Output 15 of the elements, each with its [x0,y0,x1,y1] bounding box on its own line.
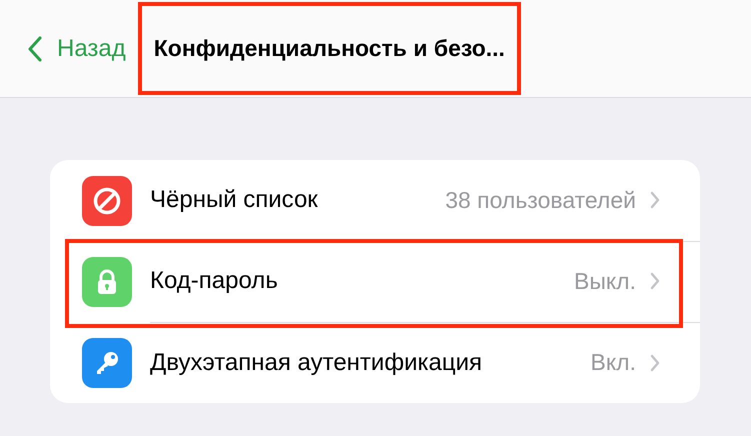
block-icon [82,176,132,226]
lock-icon [82,256,132,306]
chevron-icon [650,191,660,209]
back-chevron-icon [27,36,43,62]
key-icon [82,338,132,388]
chevron-icon [650,272,660,290]
setting-value: 38 пользователей [445,186,636,214]
setting-value: Вкл. [590,349,636,376]
back-button[interactable]: Назад [0,34,126,62]
screen-title: Конфиденциальность и безо... [154,35,505,61]
chevron-icon [650,354,660,372]
setting-label: Код-пароль [150,267,279,295]
setting-label: Чёрный список [150,186,319,214]
setting-value: Выкл. [574,268,636,294]
setting-label: Двухэтапная аутентификация [150,348,484,376]
